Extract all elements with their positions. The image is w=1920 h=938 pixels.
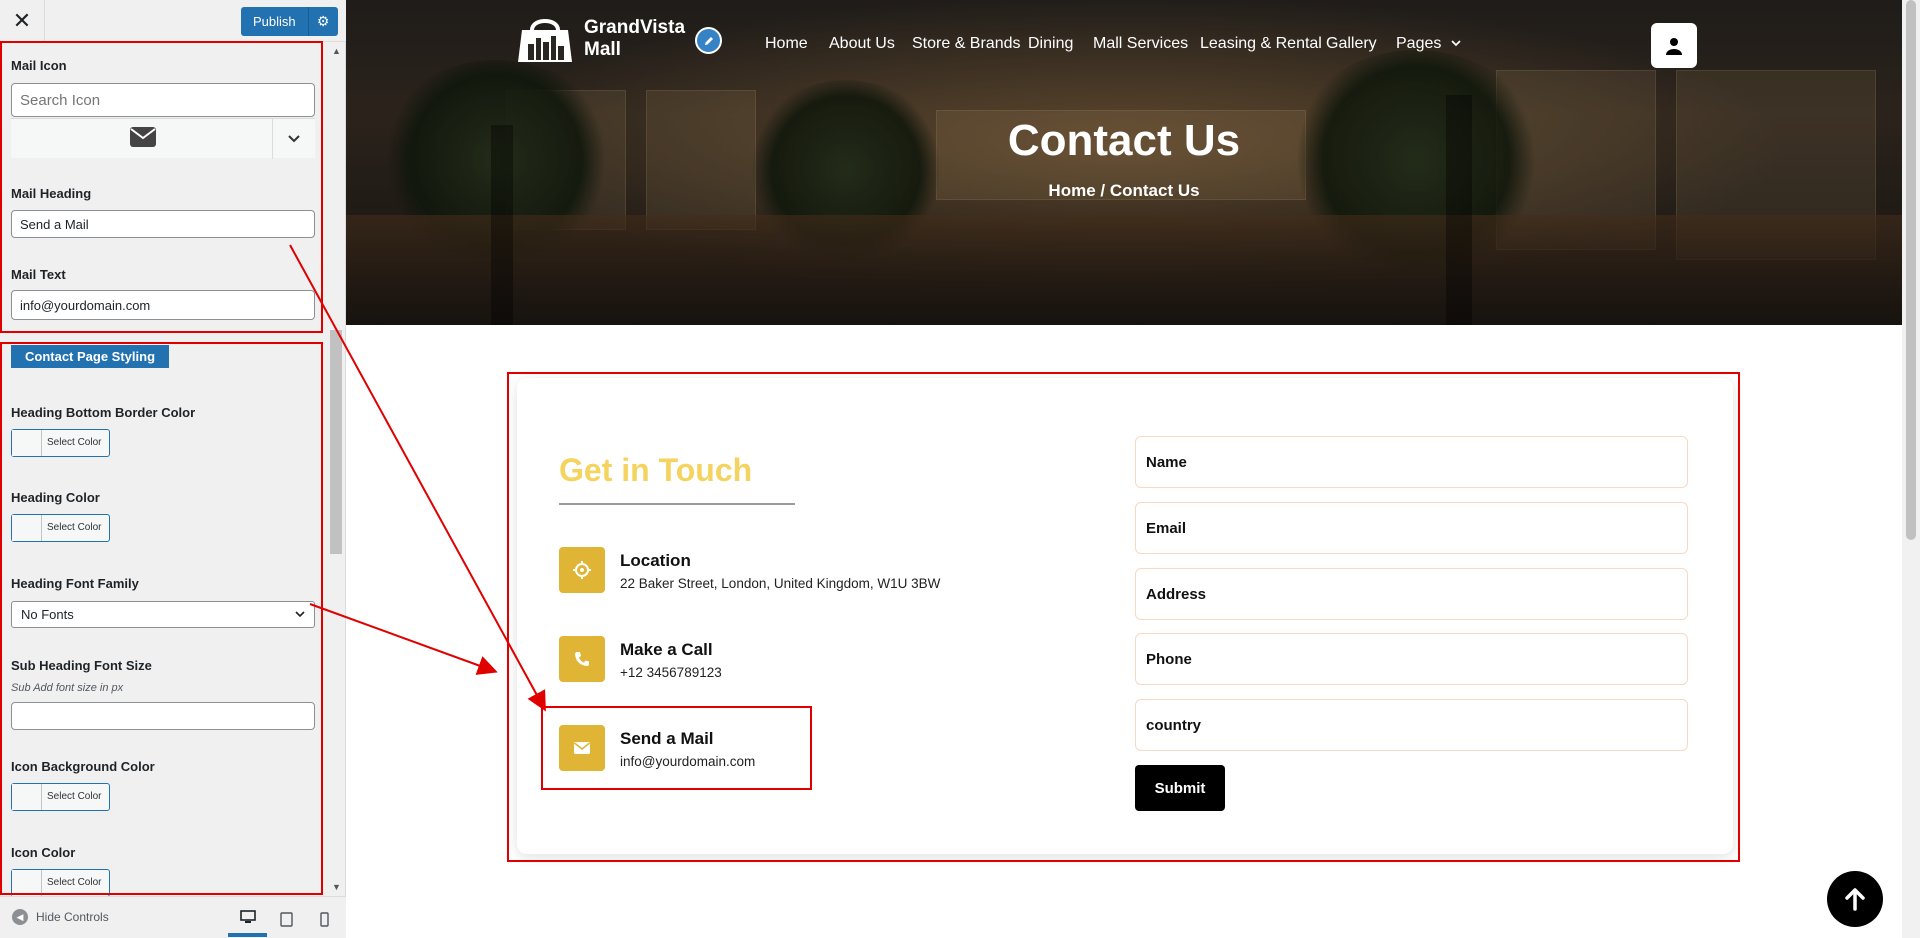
tablet-preview-icon[interactable] bbox=[267, 901, 306, 937]
select-color-label: Select Color bbox=[47, 437, 102, 448]
email-field[interactable]: Email bbox=[1135, 502, 1688, 554]
name-field[interactable]: Name bbox=[1135, 436, 1688, 488]
customizer-controls: Mail Icon Mail Heading Send a Mail Mail … bbox=[0, 42, 346, 896]
breadcrumb: Home / Contact Us bbox=[1048, 181, 1200, 200]
scrollbar-thumb[interactable] bbox=[1906, 0, 1916, 540]
icon-picker[interactable] bbox=[11, 118, 315, 159]
sub-heading-font-size-description: Sub Add font size in px bbox=[11, 682, 124, 694]
sub-heading-font-size-label: Sub Heading Font Size bbox=[11, 658, 152, 673]
heading-font-family-value: No Fonts bbox=[21, 607, 74, 622]
nav-item-gallery[interactable]: Gallery bbox=[1326, 35, 1377, 53]
edit-shortcut-pencil-icon[interactable] bbox=[695, 27, 722, 54]
scroll-up-icon[interactable]: ▲ bbox=[332, 46, 341, 56]
hide-controls-label: Hide Controls bbox=[36, 910, 109, 924]
customizer-header: ✕ Publish ⚙ bbox=[0, 0, 346, 42]
mail-icon bbox=[559, 725, 605, 771]
chevron-down-icon bbox=[295, 611, 305, 618]
icon-background-color-label: Icon Background Color bbox=[11, 759, 155, 774]
site-logo[interactable]: GrandVista Mall bbox=[516, 14, 685, 64]
address-field[interactable]: Address bbox=[1135, 568, 1688, 620]
contact-item-text: info@yourdomain.com bbox=[620, 754, 756, 769]
contact-item-call: Make a Call +12 3456789123 bbox=[559, 636, 722, 682]
contact-item-text: 22 Baker Street, London, United Kingdom,… bbox=[620, 576, 941, 591]
customizer-panel: ✕ Publish ⚙ Mail Icon Mail Heading Send … bbox=[0, 0, 346, 938]
customizer-scrollbar[interactable]: ▲ ▼ bbox=[329, 44, 343, 894]
nav-item-home[interactable]: Home bbox=[765, 35, 808, 53]
sub-heading-font-size-input[interactable] bbox=[11, 702, 315, 730]
mail-icon-label: Mail Icon bbox=[11, 58, 67, 73]
contact-item-title: Location bbox=[620, 551, 691, 570]
heading-bottom-border-color-button[interactable]: Select Color bbox=[11, 429, 110, 457]
mail-heading-input[interactable]: Send a Mail bbox=[11, 210, 315, 238]
publish-button[interactable]: Publish bbox=[241, 7, 308, 36]
contact-item-title: Send a Mail bbox=[620, 729, 714, 748]
chevron-down-icon[interactable] bbox=[1451, 40, 1461, 47]
heading-font-family-select[interactable]: No Fonts bbox=[11, 601, 315, 628]
nav-item-pages[interactable]: Pages bbox=[1396, 35, 1441, 53]
get-in-touch-heading: Get in Touch bbox=[559, 452, 753, 488]
heading-color-button[interactable]: Select Color bbox=[11, 514, 110, 542]
nav-item-store-brands[interactable]: Store & Brands bbox=[912, 35, 1021, 53]
brand-name: GrandVista Mall bbox=[584, 17, 685, 61]
color-swatch bbox=[12, 515, 42, 541]
shopping-bag-logo-icon bbox=[518, 19, 572, 62]
heading-color-label: Heading Color bbox=[11, 490, 100, 505]
mail-heading-label: Mail Heading bbox=[11, 186, 92, 201]
heading-bottom-border-color-label: Heading Bottom Border Color bbox=[11, 405, 196, 420]
phone-field[interactable]: Phone bbox=[1135, 633, 1688, 685]
mobile-preview-icon[interactable] bbox=[305, 901, 344, 937]
phone-icon bbox=[559, 636, 605, 682]
publish-settings-gear-icon[interactable]: ⚙ bbox=[307, 7, 338, 36]
envelope-icon bbox=[129, 126, 157, 153]
scroll-to-top-button[interactable] bbox=[1827, 871, 1883, 927]
customizer-footer: ◀ Hide Controls bbox=[0, 896, 346, 938]
nav-item-dining[interactable]: Dining bbox=[1028, 35, 1073, 53]
select-color-label: Select Color bbox=[47, 522, 102, 533]
close-customizer-button[interactable]: ✕ bbox=[0, 0, 45, 42]
publish-button-group: Publish ⚙ bbox=[241, 7, 338, 36]
heading-font-family-label: Heading Font Family bbox=[11, 576, 139, 591]
brand-name-line2: Mall bbox=[584, 39, 621, 60]
heading-bottom-border bbox=[559, 503, 795, 505]
icon-background-color-button[interactable]: Select Color bbox=[11, 783, 110, 811]
location-icon bbox=[559, 547, 605, 593]
arrow-up-icon bbox=[1845, 888, 1865, 911]
color-swatch bbox=[12, 430, 42, 456]
collapse-icon: ◀ bbox=[12, 909, 28, 925]
color-swatch bbox=[12, 784, 42, 810]
contact-item-mail: Send a Mail info@yourdomain.com bbox=[559, 725, 755, 771]
user-account-button[interactable] bbox=[1651, 23, 1697, 68]
site-preview: GrandVista Mall Home About Us Store & Br… bbox=[346, 0, 1920, 938]
icon-color-button[interactable]: Select Color bbox=[11, 869, 110, 896]
scroll-down-icon[interactable]: ▼ bbox=[332, 882, 341, 892]
select-color-label: Select Color bbox=[47, 791, 102, 802]
hide-controls-button[interactable]: ◀ Hide Controls bbox=[12, 909, 109, 925]
page-title: Contact Us bbox=[1007, 116, 1241, 165]
mail-text-input[interactable]: info@yourdomain.com bbox=[11, 290, 315, 320]
preview-scrollbar[interactable] bbox=[1902, 0, 1920, 938]
contact-item-text: +12 3456789123 bbox=[620, 665, 722, 680]
contact-item-location: Location 22 Baker Street, London, United… bbox=[559, 547, 940, 593]
hero-banner: GrandVista Mall Home About Us Store & Br… bbox=[346, 0, 1902, 325]
nav-item-mall-services[interactable]: Mall Services bbox=[1093, 35, 1188, 53]
nav-item-about-us[interactable]: About Us bbox=[829, 35, 895, 53]
color-swatch bbox=[12, 870, 42, 896]
select-color-label: Select Color bbox=[47, 877, 102, 888]
nav-item-leasing-rental[interactable]: Leasing & Rental bbox=[1200, 35, 1322, 53]
icon-search-input[interactable] bbox=[11, 83, 315, 117]
scrollbar-thumb[interactable] bbox=[330, 330, 342, 554]
submit-button[interactable]: Submit bbox=[1135, 765, 1225, 811]
contact-item-title: Make a Call bbox=[620, 640, 713, 659]
mail-text-label: Mail Text bbox=[11, 267, 66, 282]
chevron-down-icon[interactable] bbox=[272, 119, 315, 159]
desktop-preview-icon[interactable] bbox=[228, 901, 267, 937]
brand-name-line1: GrandVista bbox=[584, 17, 686, 38]
icon-color-label: Icon Color bbox=[11, 845, 76, 860]
contact-page-styling-button[interactable]: Contact Page Styling bbox=[11, 345, 170, 368]
country-field[interactable]: country bbox=[1135, 699, 1688, 751]
user-icon bbox=[1666, 37, 1682, 55]
